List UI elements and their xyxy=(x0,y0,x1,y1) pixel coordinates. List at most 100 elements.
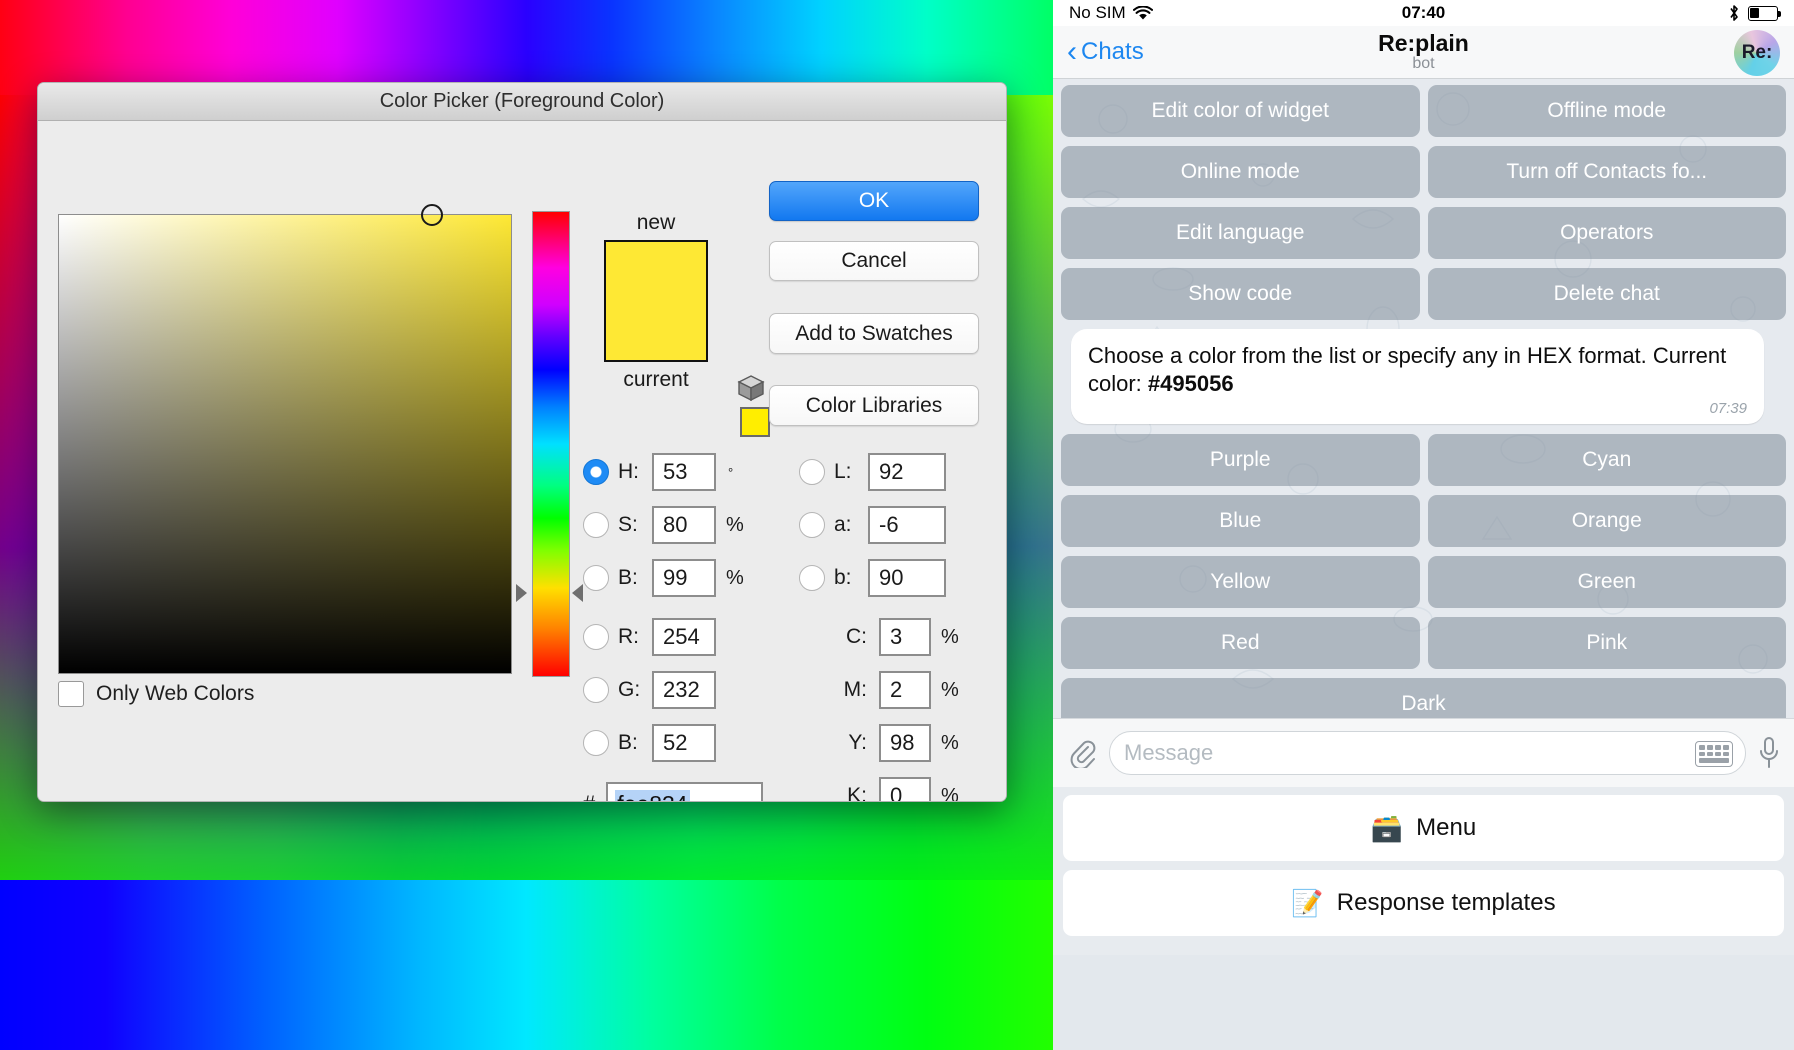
label-k: K: xyxy=(847,784,867,802)
input-m[interactable]: 2 xyxy=(879,671,931,709)
microphone-icon[interactable] xyxy=(1758,736,1780,770)
kb-button-edit-color-of-widget[interactable]: Edit color of widget xyxy=(1061,85,1420,137)
kb-button-pink[interactable]: Pink xyxy=(1427,617,1786,670)
label-b: B: xyxy=(618,566,638,589)
hue-arrow-right-icon[interactable] xyxy=(572,584,583,602)
cube-icon[interactable] xyxy=(737,374,765,402)
message-composer: Message xyxy=(1053,718,1794,787)
avatar[interactable]: Re: xyxy=(1734,30,1780,76)
kb-button-turn-off-contacts[interactable]: Turn off Contacts fo... xyxy=(1427,146,1786,198)
keyboard-icon[interactable] xyxy=(1695,741,1733,767)
input-blab[interactable]: 90 xyxy=(868,559,946,597)
memo-icon: 📝 xyxy=(1291,887,1324,918)
label-l: L: xyxy=(834,460,852,483)
web-safe-swatch[interactable] xyxy=(740,407,770,437)
hex-input[interactable]: fee834 xyxy=(606,782,764,801)
input-g[interactable]: 232 xyxy=(652,671,716,709)
keyboard-row: Edit language Operators xyxy=(1061,207,1786,259)
ok-button[interactable]: OK xyxy=(769,181,979,221)
radio-l[interactable] xyxy=(799,459,825,485)
field-row-y: Y: 98 % xyxy=(825,724,959,762)
input-y[interactable]: 98 xyxy=(879,724,931,762)
input-a[interactable]: -6 xyxy=(868,506,946,544)
kb-button-cyan[interactable]: Cyan xyxy=(1427,434,1786,487)
new-current-swatch[interactable] xyxy=(604,240,708,362)
unit-s: % xyxy=(726,513,744,536)
unit-k: % xyxy=(941,784,959,802)
response-templates-label: Response templates xyxy=(1336,889,1556,916)
message-placeholder: Message xyxy=(1124,740,1214,765)
radio-g[interactable] xyxy=(583,677,609,703)
wallpaper-top-band xyxy=(0,0,1053,95)
color-preview: new current xyxy=(591,211,721,392)
only-web-colors-checkbox[interactable] xyxy=(58,681,84,707)
paperclip-icon[interactable] xyxy=(1067,738,1097,768)
dialog-titlebar[interactable]: Color Picker (Foreground Color) xyxy=(38,83,1006,121)
label-h: H: xyxy=(618,460,639,483)
radio-a[interactable] xyxy=(799,512,825,538)
radio-b[interactable] xyxy=(583,565,609,591)
kb-button-purple[interactable]: Purple xyxy=(1061,434,1420,487)
unit-h: ° xyxy=(728,464,734,480)
menu-button[interactable]: 🗃️ Menu xyxy=(1063,795,1784,861)
field-row-b2: B: 52 xyxy=(583,724,716,762)
kb-button-online-mode[interactable]: Online mode xyxy=(1061,146,1420,198)
dialog-title: Color Picker (Foreground Color) xyxy=(379,90,665,112)
input-b[interactable]: 99 xyxy=(652,559,716,597)
input-k[interactable]: 0 xyxy=(879,777,931,801)
kb-button-dark[interactable]: Dark xyxy=(1061,678,1786,718)
field-row-b: B: 99 % xyxy=(583,559,744,597)
only-web-colors-row[interactable]: Only Web Colors xyxy=(58,681,254,707)
hue-arrow-left-icon[interactable] xyxy=(516,584,527,602)
footer-menu: 🗃️ Menu 📝 Response templates xyxy=(1053,787,1794,955)
label-s: S: xyxy=(618,513,638,536)
only-web-colors-label: Only Web Colors xyxy=(96,682,255,705)
radio-blab[interactable] xyxy=(799,565,825,591)
add-to-swatches-button[interactable]: Add to Swatches xyxy=(769,313,979,354)
battery-icon xyxy=(1747,5,1781,21)
kb-button-edit-language[interactable]: Edit language xyxy=(1061,207,1420,259)
desktop: Color Picker (Foreground Color) Only Web… xyxy=(0,0,1053,1050)
field-row-m: M: 2 % xyxy=(825,671,959,709)
unit-y: % xyxy=(941,731,959,754)
input-b2[interactable]: 52 xyxy=(652,724,716,762)
label-b2: B: xyxy=(618,731,638,754)
kb-button-orange[interactable]: Orange xyxy=(1427,495,1786,548)
label-y: Y: xyxy=(848,731,867,754)
kb-button-red[interactable]: Red xyxy=(1061,617,1420,670)
input-c[interactable]: 3 xyxy=(879,618,931,656)
dialog-body: Only Web Colors new current OK Cancel Ad… xyxy=(38,121,1006,802)
kb-button-yellow[interactable]: Yellow xyxy=(1061,556,1420,609)
chat-title: Re:plain xyxy=(1378,29,1469,56)
kb-button-operators[interactable]: Operators xyxy=(1427,207,1786,259)
cancel-button[interactable]: Cancel xyxy=(769,241,979,281)
hue-slider-icon[interactable] xyxy=(532,211,570,677)
kb-button-offline-mode[interactable]: Offline mode xyxy=(1427,85,1786,137)
saturation-brightness-field[interactable] xyxy=(58,204,512,674)
input-r[interactable]: 254 xyxy=(652,618,716,656)
kb-button-green[interactable]: Green xyxy=(1427,556,1786,609)
label-a: a: xyxy=(834,513,852,536)
label-blab: b: xyxy=(834,566,852,589)
keyboard-row: Edit color of widget Offline mode xyxy=(1061,85,1786,137)
color-libraries-button[interactable]: Color Libraries xyxy=(769,385,979,426)
radio-h[interactable] xyxy=(583,459,609,485)
status-left: No SIM xyxy=(1069,3,1303,23)
carrier-label: No SIM xyxy=(1069,3,1126,22)
response-templates-button[interactable]: 📝 Response templates xyxy=(1063,870,1784,936)
input-h[interactable]: 53 xyxy=(652,453,716,491)
radio-b2[interactable] xyxy=(583,730,609,756)
radio-s[interactable] xyxy=(583,512,609,538)
input-s[interactable]: 80 xyxy=(652,506,716,544)
kb-button-delete-chat[interactable]: Delete chat xyxy=(1427,268,1786,320)
label-g: G: xyxy=(618,678,641,701)
kb-button-blue[interactable]: Blue xyxy=(1061,495,1420,548)
message-input[interactable]: Message xyxy=(1109,731,1746,775)
radio-r[interactable] xyxy=(583,624,609,650)
kb-button-show-code[interactable]: Show code xyxy=(1061,268,1420,320)
new-color-label: new xyxy=(636,211,676,234)
keyboard-row: Blue Orange xyxy=(1061,495,1786,548)
sv-marker-icon[interactable] xyxy=(421,204,443,226)
input-l[interactable]: 92 xyxy=(868,453,946,491)
status-right xyxy=(1544,4,1781,22)
